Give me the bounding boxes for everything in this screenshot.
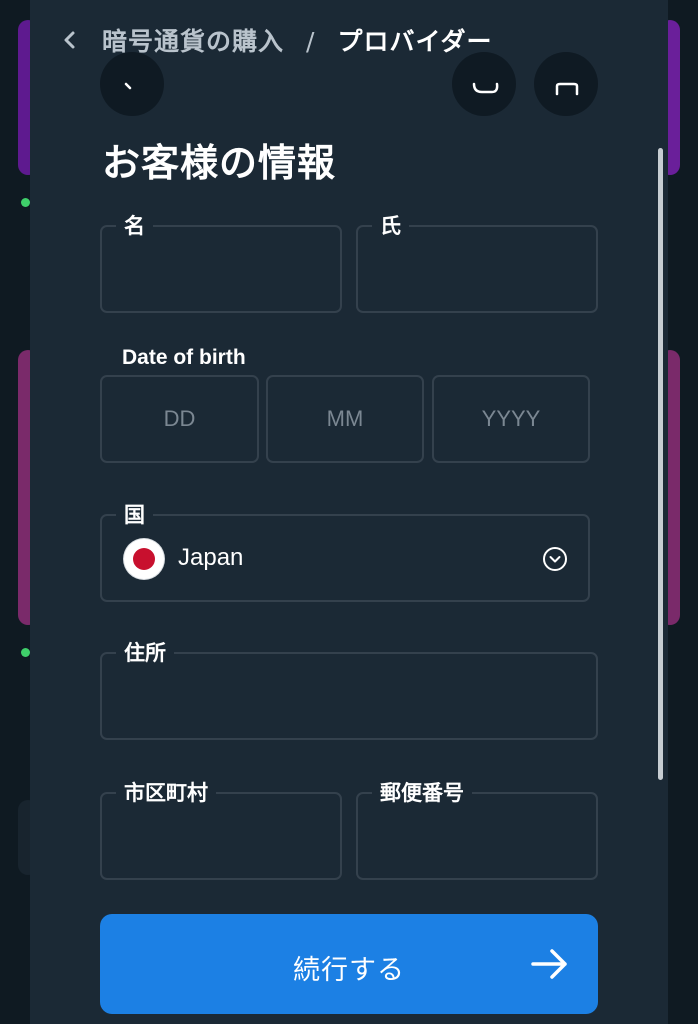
- city-input[interactable]: [102, 794, 340, 878]
- menu-button[interactable]: [534, 52, 598, 116]
- dob-month-field: [266, 375, 424, 463]
- page-title: お客様の情報: [102, 141, 337, 185]
- postal-code-field: 郵便番号: [356, 777, 598, 880]
- first-name-field: 名: [100, 210, 342, 313]
- last-name-field: 氏: [356, 210, 598, 313]
- last-name-input[interactable]: [358, 227, 596, 311]
- japan-flag-icon: [124, 539, 164, 579]
- widget-back-button[interactable]: [100, 52, 164, 116]
- first-name-input[interactable]: [102, 227, 340, 311]
- breadcrumb-text: 暗号通貨の購入 / プロバイダー: [102, 22, 492, 58]
- dob-year-field: [432, 375, 590, 463]
- chevron-down-icon[interactable]: [542, 546, 568, 572]
- scrollbar[interactable]: [658, 148, 663, 780]
- status-dot: [21, 648, 30, 657]
- arrow-right-icon: [531, 949, 567, 979]
- chevron-left-icon[interactable]: [58, 28, 82, 52]
- menu-icon: [555, 82, 579, 96]
- chat-button[interactable]: [452, 52, 516, 116]
- country-label: 国: [116, 499, 153, 529]
- breadcrumb-separator: /: [306, 27, 316, 56]
- provider-panel: 暗号通貨の購入 / プロバイダー お客様の情報 名 氏 Date of birth …: [30, 0, 668, 1024]
- status-dot: [21, 198, 30, 207]
- breadcrumb-current: プロバイダー: [337, 27, 493, 56]
- dob-month-input[interactable]: [268, 377, 422, 461]
- chevron-left-icon: [124, 82, 132, 90]
- dob-label: Date of birth: [122, 346, 246, 369]
- address-input[interactable]: [102, 654, 596, 738]
- country-select[interactable]: 国 Japan: [100, 499, 590, 602]
- continue-button[interactable]: 続行する: [100, 914, 598, 1014]
- country-value: Japan: [178, 544, 244, 571]
- chat-bubble-icon: [472, 82, 499, 94]
- continue-label: 続行する: [293, 955, 405, 985]
- postal-code-input[interactable]: [358, 794, 596, 878]
- address-field: 住所: [100, 637, 598, 740]
- city-field: 市区町村: [100, 777, 342, 880]
- dob-day-input[interactable]: [102, 377, 257, 461]
- dob-day-field: [100, 375, 259, 463]
- dob-year-input[interactable]: [434, 377, 588, 461]
